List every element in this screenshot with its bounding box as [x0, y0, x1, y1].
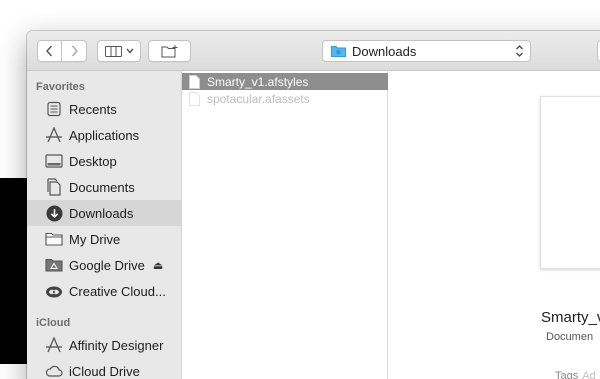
document-thumbnail	[540, 96, 600, 269]
document-icon	[189, 74, 200, 89]
folder-icon	[44, 229, 64, 249]
sidebar-item-documents[interactable]: Documents	[27, 174, 182, 200]
chevron-down-icon	[125, 48, 134, 54]
file-row[interactable]: Smarty_v1.afstyles	[182, 73, 388, 90]
desktop-background	[0, 0, 600, 31]
finder-open-dialog: Downloads Favorites Recents Applications…	[27, 31, 600, 379]
google-drive-icon	[44, 255, 64, 275]
sidebar: Favorites Recents Applications Desktop D…	[27, 71, 182, 379]
sidebar-item-label: Documents	[69, 179, 135, 195]
view-mode-button[interactable]	[97, 40, 141, 62]
sidebar-item-label: My Drive	[69, 231, 121, 247]
sidebar-item-applications[interactable]: Applications	[27, 122, 182, 148]
sidebar-item-label: iCloud Drive	[69, 363, 140, 379]
sidebar-item-label: Applications	[69, 127, 140, 143]
eject-icon[interactable]: ⏏	[153, 259, 163, 272]
chevron-right-icon	[71, 45, 78, 57]
downloads-icon	[44, 203, 64, 223]
file-list: Smarty_v1.afstyles spotacular.afassets	[182, 71, 388, 379]
back-button[interactable]	[37, 40, 62, 62]
sidebar-item-desktop[interactable]: Desktop	[27, 148, 182, 174]
tags-label: Tags	[555, 370, 579, 379]
up-down-chevron-icon	[516, 45, 523, 57]
background-window-edge	[0, 178, 30, 364]
creative-cloud-icon	[44, 281, 64, 301]
location-label: Downloads	[352, 43, 417, 59]
file-row[interactable]: spotacular.afassets	[182, 90, 388, 107]
columns-view-icon	[104, 45, 122, 57]
sidebar-item-affinity-designer[interactable]: Affinity Designer	[27, 332, 182, 358]
sidebar-item-label: Recents	[69, 101, 117, 117]
forward-button[interactable]	[62, 40, 87, 62]
favorites-header: Favorites	[36, 81, 85, 93]
downloads-folder-icon	[331, 46, 346, 57]
sidebar-item-label: Downloads	[69, 205, 134, 221]
sidebar-item-label: Google Drive	[69, 257, 145, 273]
sidebar-item-google-drive[interactable]: Google Drive ⏏	[27, 252, 182, 278]
documents-icon	[44, 177, 64, 197]
new-folder-button[interactable]	[148, 40, 191, 62]
new-folder-icon	[161, 44, 177, 57]
sidebar-item-recents[interactable]: Recents	[27, 96, 182, 122]
chevron-left-icon	[46, 45, 53, 57]
affinity-designer-icon	[44, 335, 64, 355]
sidebar-item-icloud-drive[interactable]: iCloud Drive	[27, 358, 182, 379]
toolbar: Downloads	[27, 31, 600, 71]
document-icon	[189, 91, 200, 106]
preview-tags: Tags Ad	[555, 370, 596, 379]
recents-icon	[44, 99, 64, 119]
file-name: Smarty_v1.afstyles	[207, 74, 309, 89]
file-name: spotacular.afassets	[207, 91, 310, 106]
preview-pane: Smarty_v Documen Tags Ad	[388, 71, 600, 379]
tags-input[interactable]: Ad	[582, 370, 595, 379]
sidebar-item-label: Desktop	[69, 153, 117, 169]
sidebar-item-label: Affinity Designer	[69, 337, 164, 353]
icloud-header: iCloud	[36, 317, 71, 329]
icloud-icon	[44, 361, 64, 379]
sidebar-item-my-drive[interactable]: My Drive	[27, 226, 182, 252]
location-popup[interactable]: Downloads	[322, 40, 531, 62]
preview-file-name: Smarty_v	[541, 309, 600, 326]
preview-file-kind: Documen	[546, 331, 594, 343]
sidebar-item-label: Creative Cloud...	[69, 283, 166, 299]
desktop-icon	[44, 151, 64, 171]
sidebar-item-creative-cloud[interactable]: Creative Cloud...	[27, 278, 182, 304]
applications-icon	[44, 125, 64, 145]
sidebar-item-downloads[interactable]: Downloads	[27, 200, 182, 226]
